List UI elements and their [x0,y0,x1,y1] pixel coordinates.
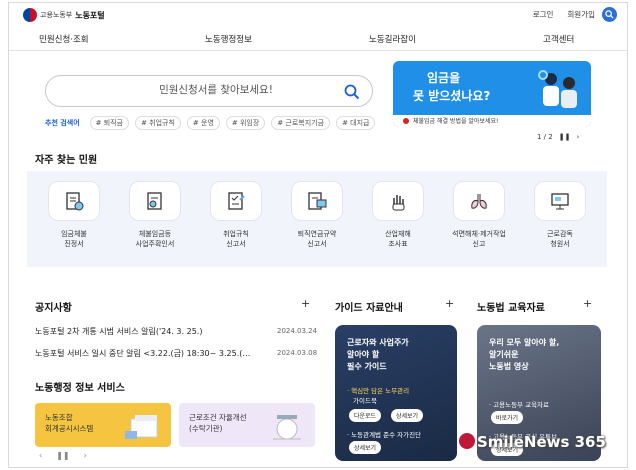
frequent-item-label: 근로감독 청원서 [547,230,573,248]
banner-page-indicator: 1 / 2 [537,133,553,141]
petition-search-input[interactable] [106,84,326,96]
keyword-tag[interactable]: # 취업규칙 [135,116,181,130]
guide-card[interactable]: 근로자와 사업주가 알아야 할 필수 가이드 · 핵심만 담은 노무관리 가이드… [335,325,457,461]
service-label: 근로조건 자율개선 (수탁기관) [189,413,247,433]
guide-line2: · 노동관계법 준수 자가진단 [347,431,422,439]
notice-date: 2024.03.08 [277,349,318,357]
lungs-icon [453,181,505,221]
frequent-item-confirmation[interactable]: 체불임금등 사업주확인서 [120,181,190,249]
banner-line2: 못 받으셨나요? [413,89,491,103]
top-bar: 고용노동부 노동포털 로그인 회원가입 [9,3,627,25]
watermark-logo-icon [459,433,475,449]
util-links: 로그인 회원가입 [533,9,595,20]
frequent-item-inspection[interactable]: 근로감독 청원서 [525,181,595,249]
edu-title: 노동법 교육자료 [477,303,545,314]
injury-hand-icon [372,181,424,221]
keyword-tag[interactable]: # 퇴직금 [89,116,130,130]
frequent-title: 자주 찾는 민원 [35,155,98,166]
search-icon[interactable] [344,84,360,100]
logo-portal-text: 노동포털 [75,10,105,20]
pension-report-icon [291,181,343,221]
guide-download-button[interactable]: 다운로드 [349,409,382,422]
services-title: 노동행정 정보 서비스 [35,383,125,394]
banner-line1: 임금을 [427,71,461,85]
notice-title: 공지사항 [35,303,72,314]
main-nav: 민원신청·조회 노동행정정보 노동길라잡이 고객센터 [9,27,627,51]
search-icon [605,10,614,19]
frequent-item-injury[interactable]: 산업재해 조사표 [363,181,433,249]
alert-dot-icon [403,118,409,124]
nav-labor-guide[interactable]: 노동길라잡이 [369,33,416,45]
confirmation-doc-icon [129,181,181,221]
nav-civil-petition[interactable]: 민원신청·조회 [39,33,89,45]
chevron-left-icon[interactable]: ‹ [39,451,42,460]
service-pager: ‹ ❚❚ › [39,451,87,460]
nav-customer-center[interactable]: 고객센터 [543,33,574,45]
reco-label: 추천 검색어 [45,119,80,127]
ministry-emblem-icon [23,8,37,22]
guide-card-title: 근로자와 사업주가 알아야 할 필수 가이드 [347,338,409,371]
pause-icon[interactable]: ❚❚ [559,133,571,141]
chevron-right-icon[interactable]: › [576,133,579,141]
frequent-item-label: 석면해체·제거작업 신고 [452,230,506,248]
site-logo[interactable]: 고용노동부 노동포털 [23,8,105,22]
edu-more-plus-icon[interactable]: + [583,297,592,310]
notice-date: 2024.03.24 [277,327,318,335]
banner-pager: 1 / 2 ❚❚ › [537,133,579,141]
pause-icon[interactable]: ❚❚ [56,451,69,460]
notice-more-plus-icon[interactable]: + [301,297,310,310]
recommended-keywords: 추천 검색어 # 퇴직금 # 취업규칙 # 운영 # 위임장 # 근로복지기금 … [45,116,376,130]
frequent-item-label: 임금체불 진정서 [61,230,87,248]
person-illustration-icon [538,70,577,108]
guide-line1: · 핵심만 담은 노무관리 [347,387,410,395]
rules-report-icon [210,181,262,221]
keyword-tag[interactable]: # 위임장 [225,116,266,130]
guide-line1b: 가이드북 [353,397,377,405]
notice-item[interactable]: 노동포털 2차 개통 시범 서비스 알림('24. 3. 25.) [35,326,202,337]
keyword-tag[interactable]: # 운영 [186,116,220,130]
edu-line1: · 고용노동부 교육자료 [489,401,550,409]
banner-caption: 체불임금 해결 방법을 알아보세요! [413,118,499,125]
service-union-accounting[interactable]: 노동조합 회계공시시스템 [35,403,171,447]
frequent-item-label: 취업규칙 신고서 [223,230,249,248]
frequent-item-work-rules[interactable]: 취업규칙 신고서 [201,181,271,249]
header-search-button[interactable] [602,7,617,22]
keyword-tag[interactable]: # 대지급 [336,116,376,130]
petition-search-box [45,75,373,107]
wage-complaint-icon [48,181,100,221]
service-label: 노동조합 회계공시시스템 [45,413,94,433]
frequent-item-wage-complaint[interactable]: 임금체불 진정서 [39,181,109,249]
guide-title: 가이드 자료안내 [335,303,403,314]
notice-item[interactable]: 노동포털 서비스 일시 중단 알림 <3.22.(금) 18:30~ 3.25.… [35,348,250,359]
frequent-item-pension[interactable]: 퇴직연금규약 신고서 [282,181,352,249]
guide-detail-button-2[interactable]: 상세보기 [349,441,382,454]
documents-illustration-icon [125,415,158,439]
edu-go-button[interactable]: 바로가기 [491,411,524,424]
frequent-item-label: 산업재해 조사표 [385,230,411,248]
guide-detail-button[interactable]: 상세보기 [391,409,424,422]
monitor-icon [534,181,586,221]
chevron-right-icon[interactable]: › [84,451,87,460]
edu-card-title: 우리 모두 알아야 할, 알기쉬운 노동법 영상 [489,338,560,371]
frequent-item-label: 퇴직연금규약 신고서 [297,230,337,248]
guide-more-plus-icon[interactable]: + [445,297,454,310]
signup-link[interactable]: 회원가입 [567,9,595,20]
portal-window: 고용노동부 노동포털 로그인 회원가입 민원신청·조회 노동행정정보 노동길라잡… [8,2,628,468]
tools-illustration-icon [273,415,301,440]
service-working-conditions[interactable]: 근로조건 자율개선 (수탁기관) [179,403,315,447]
logo-ministry-text: 고용노동부 [40,11,73,19]
frequent-item-asbestos[interactable]: 석면해체·제거작업 신고 [444,181,514,249]
nav-labor-admin[interactable]: 노동행정정보 [205,33,252,45]
frequent-item-label: 체불임금등 사업주확인서 [135,230,175,248]
login-link[interactable]: 로그인 [533,9,554,20]
unpaid-wage-banner[interactable]: 임금을 못 받으셨나요? 체불임금 해결 방법을 알아보세요! [393,61,591,127]
keyword-tag[interactable]: # 근로복지기금 [271,116,331,130]
watermark-text: SmileNews 365 [477,433,606,451]
